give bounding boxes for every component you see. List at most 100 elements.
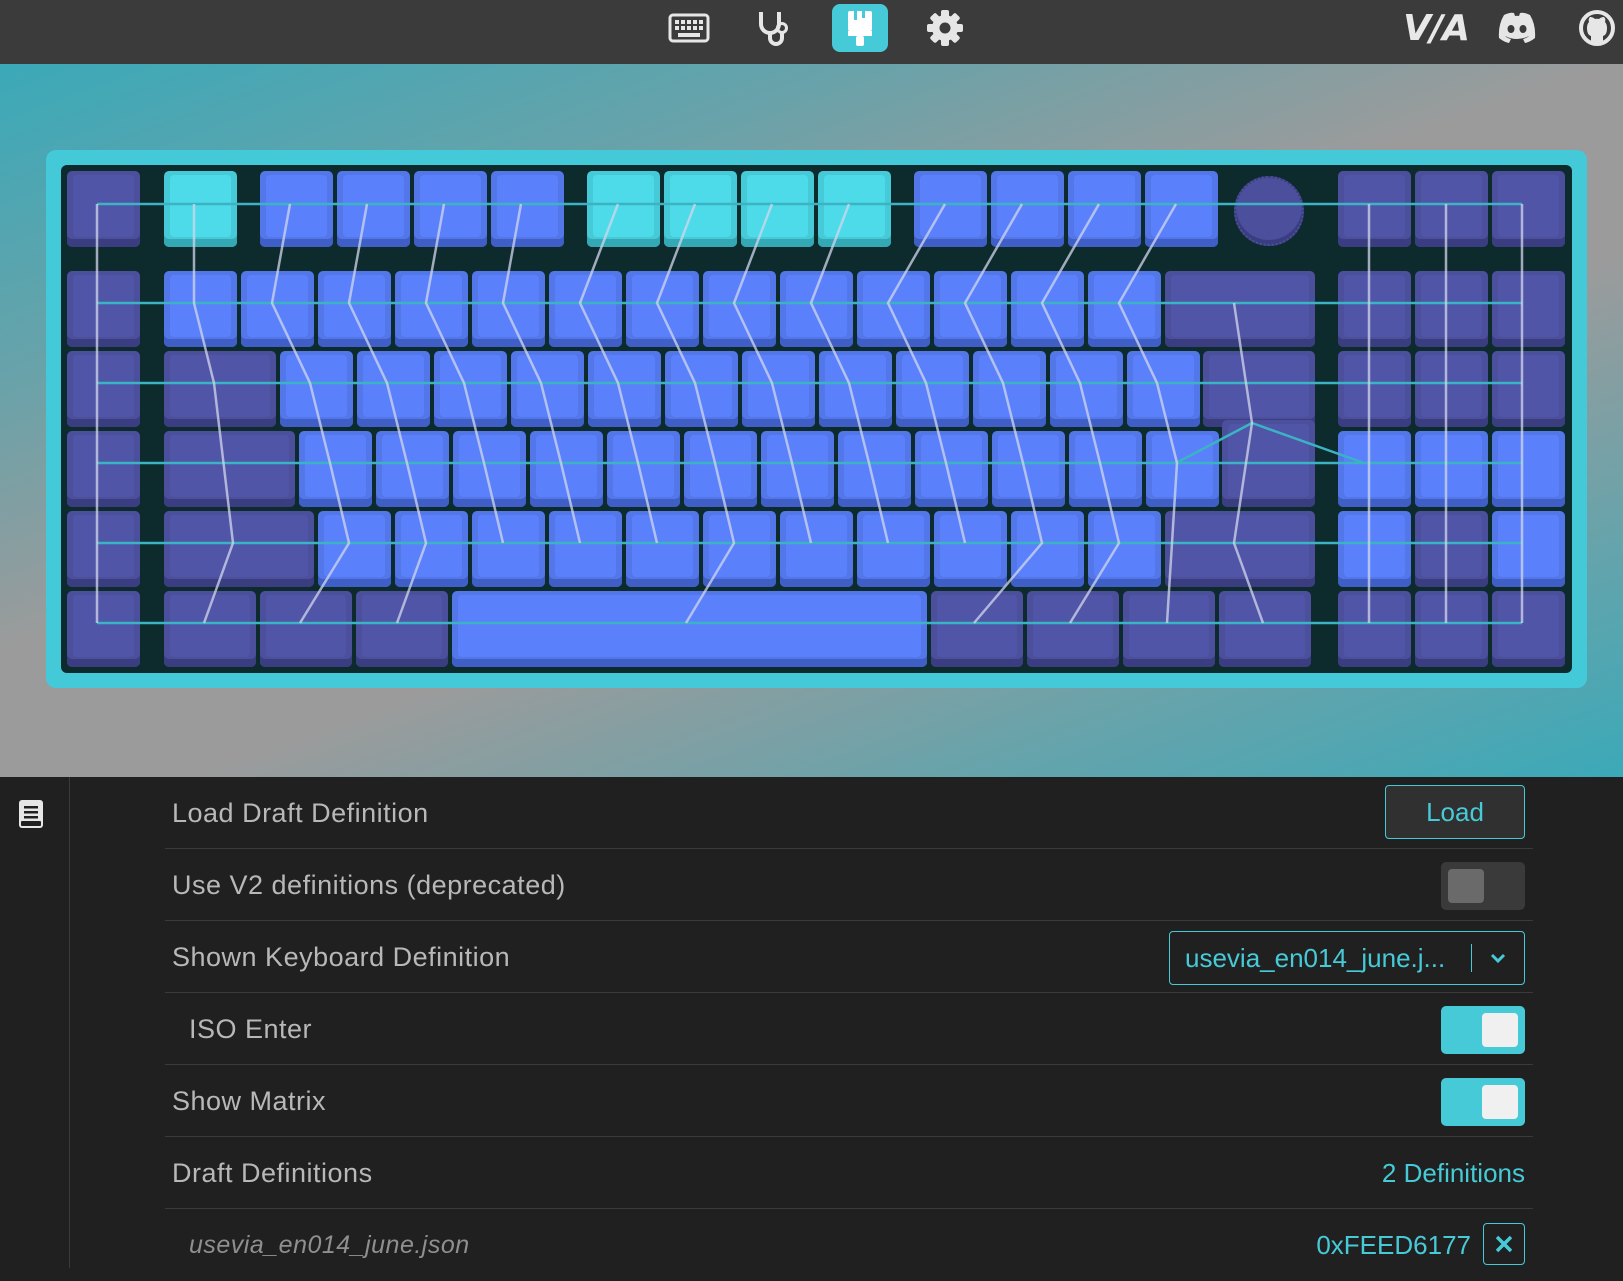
key[interactable] [973,351,1046,427]
key[interactable] [818,171,891,247]
key[interactable] [357,351,430,427]
iso-enter-toggle[interactable] [1441,1006,1525,1054]
key[interactable] [530,431,603,507]
key[interactable] [1165,511,1315,587]
key[interactable] [67,171,140,247]
key[interactable] [934,511,1007,587]
key[interactable] [164,351,276,427]
key[interactable] [1338,271,1411,347]
key[interactable] [164,511,314,587]
github-icon[interactable] [1574,6,1620,50]
key[interactable] [761,431,834,507]
key[interactable] [1338,511,1411,587]
key[interactable] [857,511,930,587]
key[interactable] [1492,591,1565,667]
key[interactable] [260,171,333,247]
key[interactable] [684,431,757,507]
key[interactable] [1492,351,1565,427]
key[interactable] [934,271,1007,347]
key[interactable] [780,271,853,347]
settings-tab-gear-icon[interactable] [917,4,973,52]
key[interactable] [1492,271,1565,347]
key[interactable] [164,171,237,247]
key[interactable] [1123,591,1215,667]
key[interactable] [992,431,1065,507]
key[interactable] [1145,171,1218,247]
key[interactable] [991,171,1064,247]
key[interactable] [1146,431,1219,507]
key[interactable] [1203,351,1315,427]
key[interactable] [395,271,468,347]
key[interactable] [67,511,140,587]
key[interactable] [549,511,622,587]
key[interactable] [741,171,814,247]
key[interactable] [1492,171,1565,247]
key[interactable] [587,171,660,247]
key[interactable] [260,591,352,667]
key[interactable] [626,271,699,347]
discord-icon[interactable] [1494,6,1540,50]
key[interactable] [780,511,853,587]
key[interactable] [1068,171,1141,247]
definition-select[interactable]: usevia_en014_june.j... [1169,931,1525,985]
show-matrix-toggle[interactable] [1441,1078,1525,1126]
key[interactable] [914,171,987,247]
key[interactable] [1165,271,1315,347]
key[interactable] [491,171,564,247]
key[interactable] [1415,591,1488,667]
key[interactable] [1219,591,1311,667]
key[interactable] [472,271,545,347]
via-logo[interactable]: V/A [1403,6,1470,50]
key[interactable] [376,431,449,507]
key[interactable] [915,431,988,507]
key[interactable] [1338,591,1411,667]
key[interactable] [857,271,930,347]
key[interactable] [896,351,969,427]
key[interactable] [931,591,1023,667]
key[interactable] [1088,271,1161,347]
key[interactable] [1338,351,1411,427]
key[interactable] [1011,271,1084,347]
design-tab-paintbrush-icon[interactable] [832,4,888,52]
key[interactable] [67,271,140,347]
key[interactable] [472,511,545,587]
key[interactable] [299,431,372,507]
key[interactable] [67,431,140,507]
key[interactable] [1127,351,1200,427]
key[interactable] [318,511,391,587]
key[interactable] [664,171,737,247]
key[interactable] [1338,171,1411,247]
key[interactable] [607,431,680,507]
key[interactable] [1050,351,1123,427]
key[interactable] [67,351,140,427]
document-menu-icon[interactable] [18,799,44,833]
key[interactable] [280,351,353,427]
configure-tab-keyboard-icon[interactable] [661,4,717,52]
key[interactable] [1338,431,1411,507]
key[interactable] [588,351,661,427]
key[interactable] [838,431,911,507]
key[interactable] [164,431,295,507]
key[interactable] [164,591,256,667]
key[interactable] [1088,511,1161,587]
key[interactable] [164,271,237,347]
key[interactable] [453,431,526,507]
use-v2-toggle[interactable] [1441,862,1525,910]
key[interactable] [356,591,448,667]
key[interactable] [1492,431,1565,507]
key[interactable] [1011,511,1084,587]
key[interactable] [1492,511,1565,587]
remove-definition-button[interactable] [1483,1223,1525,1265]
key[interactable] [241,271,314,347]
key[interactable] [1069,431,1142,507]
key[interactable] [1415,351,1488,427]
key[interactable] [511,351,584,427]
key[interactable] [626,511,699,587]
key[interactable] [434,351,507,427]
key[interactable] [819,351,892,427]
test-tab-stethoscope-icon[interactable] [745,4,801,52]
key[interactable] [1222,420,1315,507]
key[interactable] [318,271,391,347]
key[interactable] [1415,271,1488,347]
key[interactable] [452,591,927,667]
